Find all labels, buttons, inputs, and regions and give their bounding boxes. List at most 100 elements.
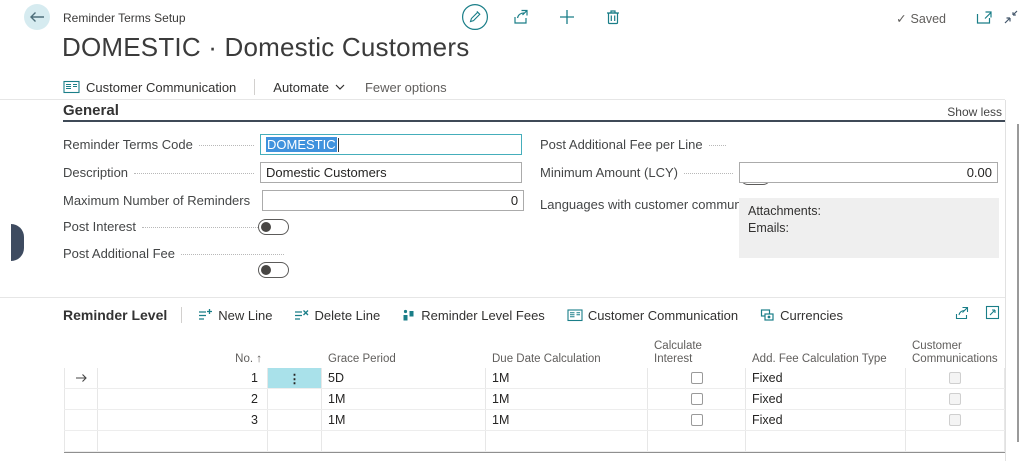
new-line-button[interactable]: New Line: [198, 308, 272, 323]
cell-no[interactable]: 3: [98, 410, 268, 430]
cell-grace-period[interactable]: [322, 431, 486, 451]
scrollbar-thumb[interactable]: [1017, 124, 1019, 442]
save-status: ✓ Saved: [896, 11, 946, 26]
calculate-interest-checkbox[interactable]: [691, 393, 703, 405]
cell-grace-period[interactable]: 1M: [322, 410, 486, 430]
field-description: Description Domestic Customers: [63, 162, 522, 183]
dotted-leader: [199, 145, 254, 146]
delete-line-icon: [294, 308, 309, 322]
emails-line: Emails:: [748, 220, 990, 237]
column-header-due-date-calculation[interactable]: Due Date Calculation: [486, 340, 648, 370]
cell-add-fee-calculation-type[interactable]: Fixed: [746, 368, 906, 388]
general-section-heading[interactable]: General: [63, 102, 119, 119]
maximum-number-of-reminders-label: Maximum Number of Reminders: [63, 193, 250, 208]
report-card-icon: [567, 309, 583, 322]
text-cursor: [338, 138, 339, 152]
delete-button[interactable]: [598, 2, 628, 32]
delete-line-button[interactable]: Delete Line: [294, 308, 380, 323]
maximum-number-of-reminders-value: 0: [511, 193, 518, 208]
cell-add-fee-calculation-type[interactable]: Fixed: [746, 389, 906, 409]
column-header-grace-period[interactable]: Grace Period: [322, 340, 486, 370]
collapse-icon: [1003, 10, 1019, 25]
plus-icon: [558, 8, 576, 26]
share-part-button[interactable]: [954, 305, 971, 320]
cell-due-date-calculation[interactable]: 1M: [486, 389, 648, 409]
field-post-additional-fee-per-line: Post Additional Fee per Line: [540, 137, 732, 152]
cell-calculate-interest: [648, 431, 746, 451]
dotted-leader: [181, 254, 284, 255]
field-maximum-number-of-reminders: Maximum Number of Reminders 0: [63, 190, 522, 211]
cell-grace-period[interactable]: 5D: [322, 368, 486, 388]
calculate-interest-checkbox[interactable]: [691, 372, 703, 384]
cell-no[interactable]: 1: [98, 368, 268, 388]
cell-add-fee-calculation-type[interactable]: Fixed: [746, 410, 906, 430]
divider: [181, 307, 182, 323]
table-row: 3 1M 1M Fixed: [64, 410, 1005, 431]
reminder-terms-code-input[interactable]: DOMESTIC: [260, 134, 522, 155]
post-interest-toggle[interactable]: [258, 219, 289, 235]
table-bottom-border: [64, 452, 1005, 453]
minimum-amount-lcy-input[interactable]: 0.00: [739, 162, 998, 183]
currencies-icon: [760, 308, 775, 322]
cell-grace-period[interactable]: 1M: [322, 389, 486, 409]
automate-label: Automate: [273, 80, 329, 95]
description-input[interactable]: Domestic Customers: [260, 162, 522, 183]
row-selector-cell: [64, 410, 98, 430]
cell-customer-communications: [906, 431, 1005, 451]
reminder-terms-code-label: Reminder Terms Code: [63, 137, 193, 152]
column-header-spacer: [268, 340, 322, 370]
reminder-terms-code-value: DOMESTIC: [266, 137, 337, 152]
customer-communication-part-label: Customer Communication: [588, 308, 738, 323]
current-row-indicator: [64, 368, 98, 388]
cell-add-fee-calculation-type[interactable]: [746, 431, 906, 451]
column-header-customer-communications[interactable]: Customer Communications: [906, 340, 1005, 370]
action-bar: Customer Communication Automate Fewer op…: [63, 77, 447, 97]
cell-due-date-calculation[interactable]: 1M: [486, 410, 648, 430]
reminder-level-heading[interactable]: Reminder Level: [63, 307, 167, 323]
reminder-terms-setup-page: Reminder Terms Setup: [0, 0, 1024, 461]
attachments-line: Attachments:: [748, 203, 990, 220]
post-additional-fee-toggle[interactable]: [258, 262, 289, 278]
navigation-flyout-handle[interactable]: [11, 224, 24, 261]
expand-part-button[interactable]: [985, 305, 1000, 320]
customer-communications-checkbox: [949, 393, 961, 405]
field-post-interest: Post Interest: [63, 219, 290, 234]
field-languages: Languages with customer communica...: [540, 196, 736, 214]
calculate-interest-checkbox[interactable]: [691, 414, 703, 426]
back-button[interactable]: [24, 4, 50, 30]
divider: [254, 79, 255, 95]
maximum-number-of-reminders-input[interactable]: 0: [262, 190, 524, 211]
post-interest-label: Post Interest: [63, 219, 136, 234]
row-selector-header: [64, 340, 98, 370]
customer-communication-part-button[interactable]: Customer Communication: [567, 308, 738, 323]
customer-communication-action[interactable]: Customer Communication: [63, 80, 236, 95]
cell-no[interactable]: [98, 431, 268, 451]
row-arrow-icon: [75, 373, 88, 383]
new-button[interactable]: [552, 2, 582, 32]
cell-no[interactable]: 2: [98, 389, 268, 409]
edit-button[interactable]: [460, 2, 490, 32]
show-less-link[interactable]: Show less: [947, 105, 1002, 119]
fewer-options-button[interactable]: Fewer options: [365, 80, 447, 95]
cell-due-date-calculation[interactable]: 1M: [486, 368, 648, 388]
column-header-calculate-interest[interactable]: Calculate Interest: [648, 340, 746, 370]
currencies-button[interactable]: Currencies: [760, 308, 843, 323]
column-header-no[interactable]: No. ↑: [98, 340, 268, 370]
automate-menu[interactable]: Automate: [273, 80, 345, 95]
field-minimum-amount-lcy: Minimum Amount (LCY) 0.00: [540, 162, 998, 183]
column-header-add-fee-calculation-type[interactable]: Add. Fee Calculation Type: [746, 340, 906, 370]
currencies-label: Currencies: [780, 308, 843, 323]
chevron-down-icon: [335, 84, 345, 90]
row-context-menu-button[interactable]: ⋮: [268, 368, 322, 388]
report-card-icon: [63, 80, 80, 94]
open-in-new-window-button[interactable]: [976, 10, 993, 25]
languages-summary-box[interactable]: Attachments: Emails:: [739, 198, 999, 258]
reminder-level-fees-button[interactable]: Reminder Level Fees: [402, 308, 545, 323]
fees-icon: [402, 308, 416, 322]
no-header-label: No.: [235, 353, 253, 366]
cell-due-date-calculation[interactable]: [486, 431, 648, 451]
collapse-header-button[interactable]: [1003, 10, 1019, 25]
dotted-leader: [134, 173, 254, 174]
pencil-icon: [461, 3, 489, 31]
share-button[interactable]: [506, 2, 536, 32]
